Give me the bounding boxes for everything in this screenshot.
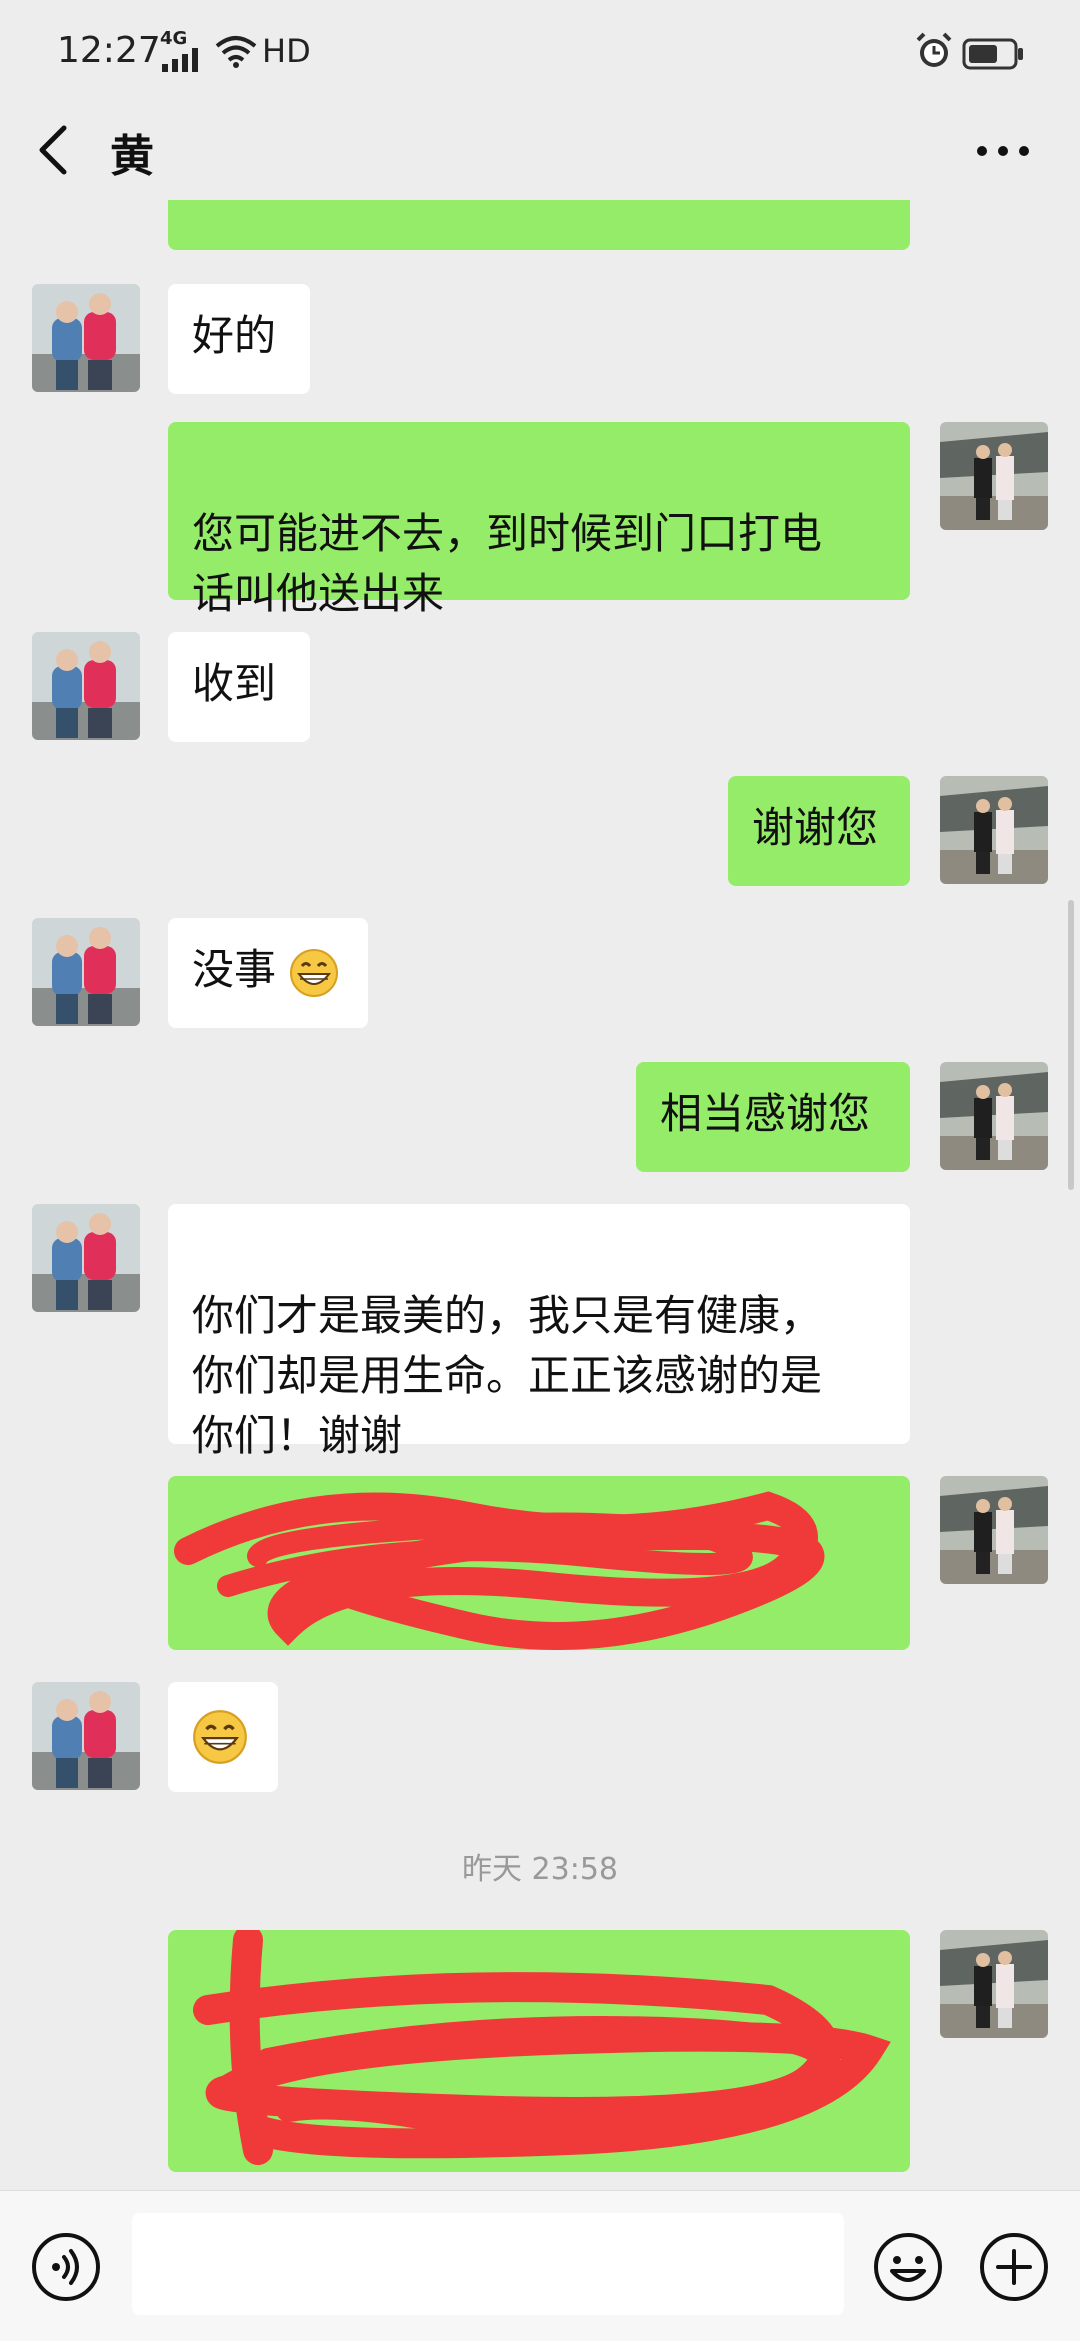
- message-bubble-in[interactable]: 好的: [168, 284, 310, 394]
- contact-avatar-image: [32, 918, 140, 1026]
- hd-label: HD: [262, 32, 311, 70]
- contact-avatar[interactable]: [32, 1204, 140, 1312]
- contact-avatar[interactable]: [32, 632, 140, 740]
- my-avatar[interactable]: [940, 776, 1048, 884]
- wifi-icon: [215, 36, 257, 68]
- scrollbar[interactable]: [1068, 900, 1074, 1190]
- message-bubble-out[interactable]: 相当感谢您: [636, 1062, 910, 1172]
- message-bubble-in[interactable]: 收到: [168, 632, 310, 742]
- message-bubble-in[interactable]: 没事: [168, 918, 368, 1028]
- my-avatar[interactable]: [940, 1476, 1048, 1584]
- message-bubble-out[interactable]: [168, 1930, 910, 2172]
- contact-avatar[interactable]: [32, 1682, 140, 1790]
- emoji-icon[interactable]: [872, 2231, 944, 2303]
- my-avatar[interactable]: [940, 422, 1048, 530]
- voice-icon[interactable]: [30, 2231, 102, 2303]
- message-input[interactable]: [132, 2213, 844, 2315]
- my-avatar-image: [940, 1476, 1048, 1584]
- contact-avatar[interactable]: [32, 918, 140, 1026]
- chat-title: 黄: [110, 131, 154, 182]
- message-text: 谢谢您: [752, 803, 879, 852]
- status-bar: 12:27 4G HD: [0, 0, 1080, 100]
- alarm-icon: [916, 32, 952, 67]
- message-timestamp: 昨天 23:58: [462, 1852, 618, 1887]
- my-avatar-image: [940, 1062, 1048, 1170]
- grin-emoji-icon: [193, 1709, 247, 1764]
- grin-emoji-icon: [290, 948, 339, 997]
- message-bubble-in[interactable]: [168, 1682, 278, 1792]
- message-bubble-out[interactable]: 您可能进不去，到时候到门口打电 话叫他送出来: [168, 422, 910, 618]
- my-avatar-image: [940, 776, 1048, 884]
- message-list[interactable]: 好的 您可能进不去，到时候到门口打电 话叫他送出来 收到 谢谢您 没事 相当感谢…: [0, 200, 1080, 2190]
- my-avatar-image: [940, 1930, 1048, 2038]
- message-text: 你们才是最美的，我只是有健康， 你们却是用生命。正正该感谢的是 你们！谢谢: [192, 1291, 823, 1460]
- my-avatar[interactable]: [940, 1930, 1048, 2038]
- message-bubble-out[interactable]: 谢谢您: [728, 776, 910, 886]
- status-time: 12:27: [57, 30, 161, 71]
- message-text: 收到: [192, 659, 277, 708]
- redaction-scribble: [174, 1491, 825, 1650]
- signal-icon: [162, 48, 198, 72]
- message-text: 没事: [192, 945, 277, 994]
- contact-avatar-image: [32, 1682, 140, 1790]
- more-icon[interactable]: [975, 144, 1031, 158]
- contact-avatar-image: [32, 632, 140, 740]
- message-text: 您可能进不去，到时候到门口打电 话叫他送出来: [192, 509, 823, 618]
- plus-icon[interactable]: [978, 2231, 1050, 2303]
- contact-avatar[interactable]: [32, 284, 140, 392]
- battery-icon: [962, 38, 1023, 70]
- message-bubble-in[interactable]: 你们才是最美的，我只是有健康， 你们却是用生命。正正该感谢的是 你们！谢谢: [168, 1204, 910, 1460]
- message-text: 好的: [192, 311, 277, 360]
- chat-header: 黄: [0, 100, 1080, 200]
- contact-avatar-image: [32, 1204, 140, 1312]
- redaction-scribble: [193, 1930, 891, 2165]
- message-bubble-out[interactable]: [168, 1476, 910, 1650]
- message-text: 相当感谢您: [660, 1089, 871, 1138]
- back-icon[interactable]: [30, 122, 74, 178]
- my-avatar[interactable]: [940, 1062, 1048, 1170]
- network-label: 4G: [160, 28, 188, 49]
- message-bubble-out[interactable]: [168, 200, 910, 250]
- my-avatar-image: [940, 422, 1048, 530]
- input-bar: [0, 2190, 1080, 2341]
- contact-avatar-image: [32, 284, 140, 392]
